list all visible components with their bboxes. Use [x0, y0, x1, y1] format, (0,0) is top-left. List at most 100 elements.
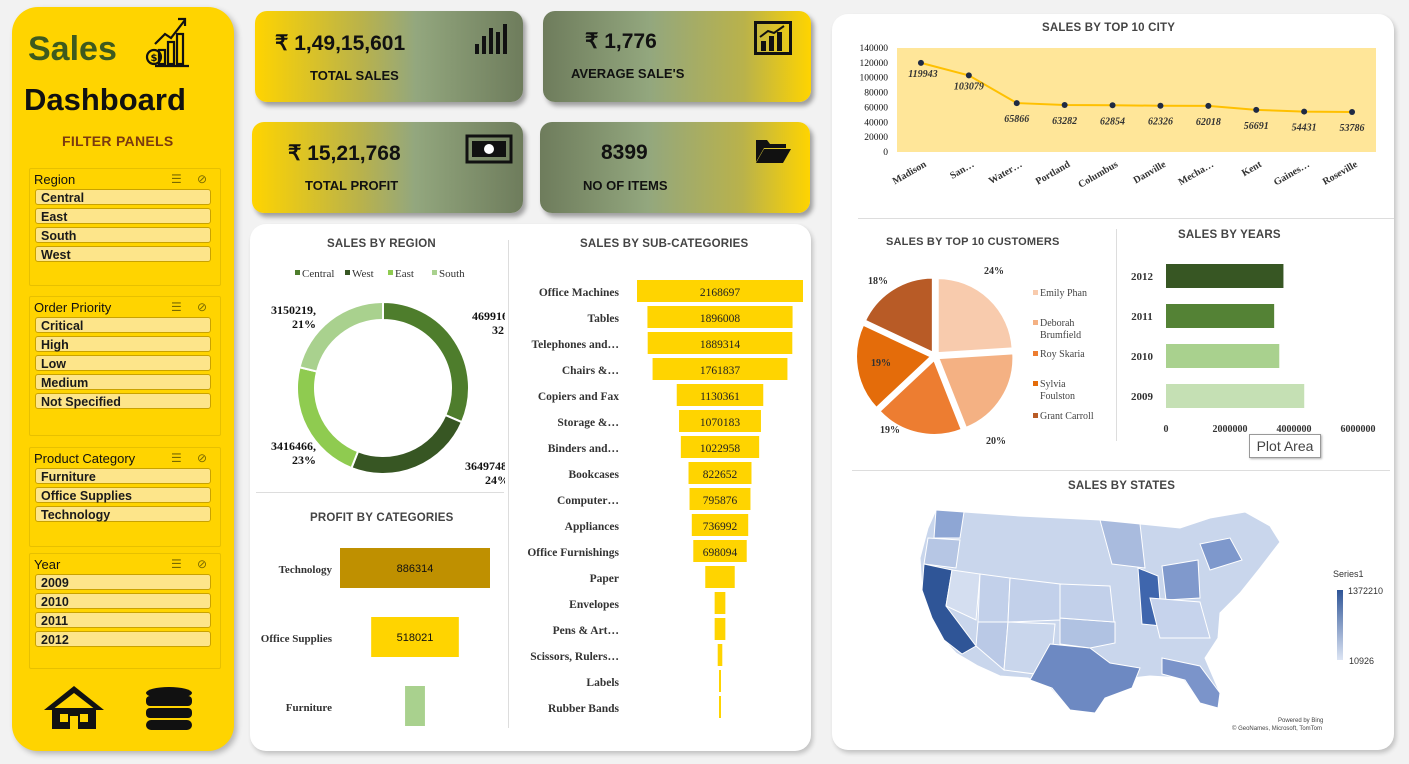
subcat-chart-title: SALES BY SUB-CATEGORIES [580, 238, 749, 250]
legend-label: Emily Phan [1040, 288, 1087, 299]
slicer-item-west[interactable]: West [35, 246, 211, 262]
data-label: 2168697 [700, 287, 741, 299]
year-bar [1166, 264, 1284, 288]
plot-area [897, 48, 1376, 152]
slicer-item-office-supplies[interactable]: Office Supplies [35, 487, 211, 503]
total-sales-label: TOTAL SALES [310, 68, 399, 83]
slicer-item-technology[interactable]: Technology [35, 506, 211, 522]
average-sales-card: ₹ 1,776 AVERAGE SALE'S [543, 11, 811, 102]
multi-select-icon[interactable]: ☰ [171, 557, 182, 571]
legend-swatch [1033, 413, 1038, 418]
divider [858, 218, 1394, 219]
profit-by-categories-chart[interactable]: Technology 886314 Office Supplies 518021 Fur… [255, 535, 505, 735]
clear-filter-icon[interactable]: ⊘ [197, 557, 207, 571]
funnel-bar [705, 566, 735, 588]
legend-label: Deborah Brumfield [1040, 318, 1081, 341]
donut-slice [382, 300, 470, 424]
map-credit-providers: © GeoNames, Microsoft, TomTom [1232, 726, 1322, 732]
y-tick-label: 100000 [860, 74, 889, 84]
slicer-item-central[interactable]: Central [35, 189, 211, 205]
legend-swatch [1033, 320, 1038, 325]
slicer-item-furniture[interactable]: Furniture [35, 468, 211, 484]
home-icon[interactable] [42, 684, 106, 735]
data-label: 1022958 [700, 443, 741, 455]
x-tick-label: Mecha… [1177, 159, 1216, 188]
legend-label: Central [302, 268, 334, 280]
map-credit-bing: Powered by Bing [1278, 718, 1324, 724]
multi-select-icon[interactable]: ☰ [171, 300, 182, 314]
category-label: Chairs &… [562, 365, 619, 377]
category-label: Bookcases [569, 469, 620, 481]
map-legend-scale [1337, 590, 1343, 660]
slicer-item-2011[interactable]: 2011 [35, 612, 211, 628]
data-label: 3649748,24% [465, 459, 505, 487]
profit-bar [405, 686, 425, 726]
category-label: Labels [586, 677, 619, 689]
total-profit-card: ₹ 15,21,768 TOTAL PROFIT [252, 122, 523, 213]
data-label: 4699167,32% [472, 309, 505, 337]
funnel-bar [714, 618, 726, 640]
data-label: 62326 [1148, 117, 1173, 128]
data-label: 103079 [954, 81, 984, 92]
no-of-items-value: 8399 [601, 141, 648, 164]
slicer-item-2010[interactable]: 2010 [35, 593, 211, 609]
data-point [1205, 102, 1212, 109]
years-chart-title: SALES BY YEARS [1178, 229, 1281, 241]
funnel-bar [717, 644, 723, 666]
us-states-map[interactable] [900, 498, 1290, 728]
slicer-item-high[interactable]: High [35, 336, 211, 352]
multi-select-icon[interactable]: ☰ [171, 451, 182, 465]
data-label: 1896008 [700, 313, 741, 325]
divider [1116, 229, 1117, 441]
data-label: 19% [880, 425, 900, 436]
slicer-item-south[interactable]: South [35, 227, 211, 243]
data-label: 1761837 [700, 365, 741, 377]
slicer-item-low[interactable]: Low [35, 355, 211, 371]
legend-label: South [439, 268, 465, 280]
slicer-item-east[interactable]: East [35, 208, 211, 224]
slicer-item-2009[interactable]: 2009 [35, 574, 211, 590]
category-label: Furniture [286, 702, 332, 714]
sales-by-city-chart[interactable]: 0 20000 40000 60000 80000 100000 120000 140000 1… [840, 38, 1390, 216]
folder-icon [756, 140, 791, 163]
slicer-item-not-specified[interactable]: Not Specified [35, 393, 211, 409]
year-bar [1166, 304, 1275, 328]
multi-select-icon[interactable]: ☰ [171, 172, 182, 186]
data-label: 1130361 [700, 391, 740, 403]
category-label: Paper [590, 573, 619, 585]
x-tick-label: 2000000 [1213, 424, 1248, 435]
category-label: Technology [279, 564, 333, 576]
legend-swatch [295, 270, 300, 275]
data-label: 119943 [908, 69, 937, 80]
sales-by-customers-chart[interactable]: 24% 20% 19% 19% 18% Emily Phan Deborah Brumfiel… [850, 252, 1115, 452]
data-point [1109, 102, 1116, 109]
sales-by-subcategories-chart[interactable]: Office Machines 2168697 Tables 1896008 Telep… [512, 272, 808, 726]
data-label: 19% [871, 358, 891, 369]
app-title-dashboard: Dashboard [24, 82, 186, 117]
category-label: 2010 [1131, 351, 1154, 363]
slicer-item-critical[interactable]: Critical [35, 317, 211, 333]
legend-swatch [432, 270, 437, 275]
x-tick-label: Columbus [1077, 159, 1121, 191]
sales-by-years-chart[interactable]: 20122011201020090 2000000 4000000 6000000 [1120, 248, 1390, 443]
total-profit-value: ₹ 15,21,768 [288, 142, 401, 165]
x-tick-label: Danville [1132, 159, 1169, 187]
database-icon[interactable] [144, 686, 194, 737]
data-point [965, 72, 972, 79]
legend-label: East [395, 268, 414, 280]
map-legend-max: 1372210 [1348, 586, 1384, 596]
average-sales-label: AVERAGE SALE'S [571, 66, 685, 81]
slicer-item-medium[interactable]: Medium [35, 374, 211, 390]
clear-filter-icon[interactable]: ⊘ [197, 451, 207, 465]
x-tick-label: Roseville [1321, 159, 1360, 188]
growth-chart-icon [754, 21, 792, 55]
slicer-title: Product Category [34, 451, 136, 466]
clear-filter-icon[interactable]: ⊘ [197, 172, 207, 186]
slicer-item-2012[interactable]: 2012 [35, 631, 211, 647]
no-of-items-label: NO OF ITEMS [583, 178, 668, 193]
data-label: 1889314 [700, 339, 741, 351]
clear-filter-icon[interactable]: ⊘ [197, 300, 207, 314]
category-label: Office Supplies [261, 633, 333, 645]
map-legend-min: 10926 [1349, 656, 1375, 666]
sales-by-region-chart[interactable]: Central West East South 4699167,32% 3649748,2… [260, 258, 505, 488]
